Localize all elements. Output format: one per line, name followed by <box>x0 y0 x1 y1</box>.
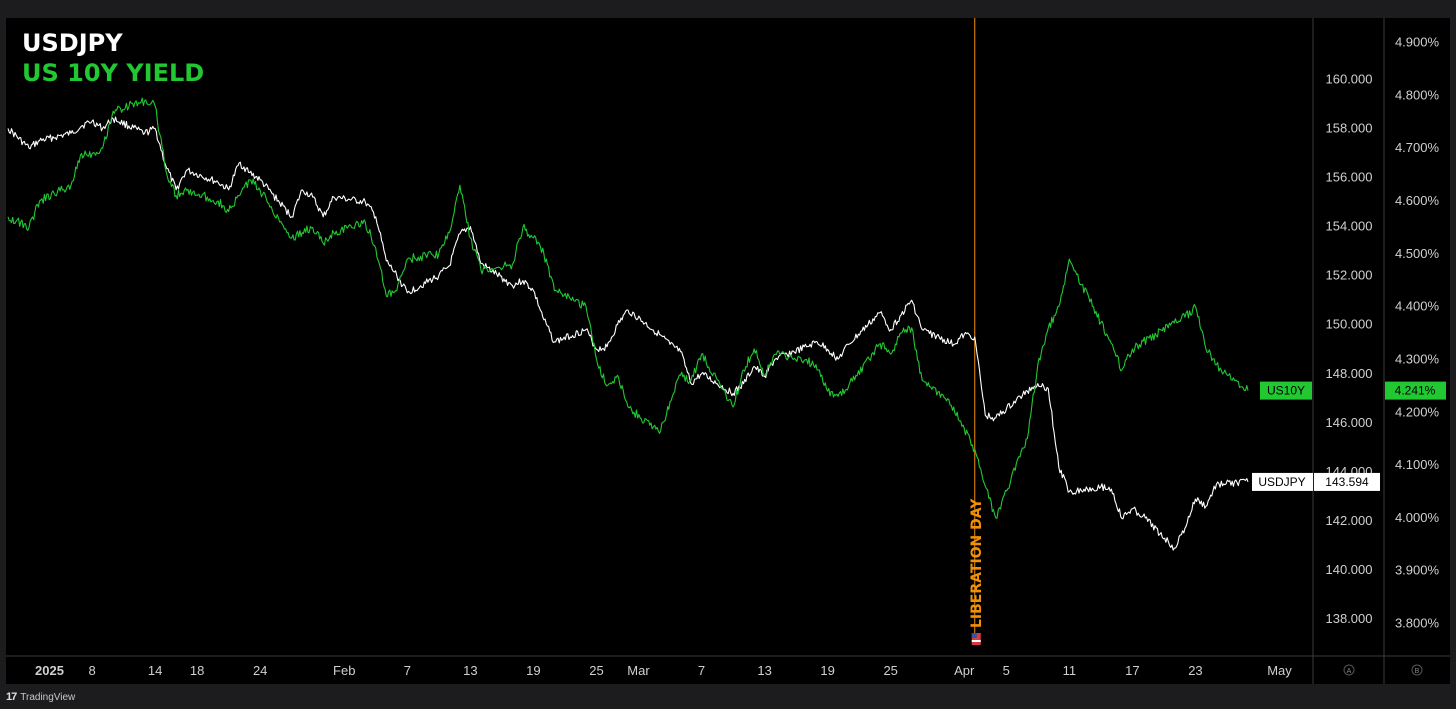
series-name-tag-label: US10Y <box>1267 384 1305 398</box>
y-left-tick-label: 156.000 <box>1326 170 1373 185</box>
us-flag-icon-stripe <box>971 640 981 642</box>
x-tick-label: 25 <box>589 663 603 678</box>
x-tick-label: 7 <box>404 663 411 678</box>
series-name-tag-label: USDJPY <box>1258 475 1305 489</box>
x-tick-label: 19 <box>526 663 540 678</box>
y-right-tick-label: 4.500% <box>1395 246 1440 261</box>
x-tick-label: 23 <box>1188 663 1202 678</box>
x-tick-label: 19 <box>820 663 834 678</box>
x-tick-label: Apr <box>954 663 975 678</box>
y-right-tick-label: 3.800% <box>1395 616 1440 631</box>
y-right-tick-label: 4.900% <box>1395 35 1440 50</box>
us-flag-icon <box>971 633 981 645</box>
x-tick-label: 5 <box>1003 663 1010 678</box>
y-right-tick-label: 4.100% <box>1395 457 1440 472</box>
x-tick-label: 17 <box>1125 663 1139 678</box>
scale-mode-label: B <box>1415 668 1420 675</box>
us-flag-icon-canton <box>971 633 977 638</box>
last-value-tag-label: 4.241% <box>1395 384 1436 398</box>
y-right-tick-label: 3.900% <box>1395 563 1440 578</box>
y-left-tick-label: 138.000 <box>1326 611 1373 626</box>
y-right-tick-label: 4.300% <box>1395 351 1440 366</box>
x-tick-label: 2025 <box>35 663 64 678</box>
tradingview-logo-icon: 17 <box>6 691 17 703</box>
chart-title: USDJPY <box>22 29 123 57</box>
x-tick-label: 24 <box>253 663 267 678</box>
y-left-tick-label: 154.000 <box>1326 219 1373 234</box>
x-tick-label: Feb <box>333 663 355 678</box>
footer-brand[interactable]: 17 TradingView <box>6 689 75 705</box>
y-right-tick-label: 4.200% <box>1395 404 1440 419</box>
last-value-tag-label: 143.594 <box>1325 475 1369 489</box>
y-left-tick-label: 150.000 <box>1326 317 1373 332</box>
x-tick-label: 25 <box>883 663 897 678</box>
x-tick-label: 18 <box>190 663 204 678</box>
liberation-day-label: LIBERATION DAY <box>969 498 985 628</box>
y-left-tick-label: 148.000 <box>1326 366 1373 381</box>
x-tick-label: Mar <box>627 663 650 678</box>
x-tick-label: 8 <box>88 663 95 678</box>
scale-mode-label: A <box>1347 668 1352 675</box>
y-right-tick-label: 4.000% <box>1395 510 1440 525</box>
x-tick-label: 11 <box>1063 663 1077 678</box>
y-right-tick-label: 4.400% <box>1395 299 1440 314</box>
y-left-tick-label: 160.000 <box>1326 71 1373 86</box>
y-left-tick-label: 146.000 <box>1326 415 1373 430</box>
plot-background <box>6 18 1450 684</box>
y-right-tick-label: 4.600% <box>1395 193 1440 208</box>
chart-canvas[interactable]: LIBERATION DAY 138.000 140.000 142.000 14 4.… <box>0 0 1456 709</box>
y-left-tick-label: 142.000 <box>1326 513 1373 528</box>
y-right-tick-label: 4.800% <box>1395 87 1440 102</box>
x-tick-label: May <box>1267 663 1292 678</box>
x-tick-label: 7 <box>698 663 705 678</box>
y-left-tick-label: 140.000 <box>1326 562 1373 577</box>
x-tick-label: 13 <box>463 663 477 678</box>
x-tick-label: 14 <box>148 663 162 678</box>
tradingview-chart-window: LIBERATION DAY 138.000 140.000 142.000 14 4.… <box>0 0 1456 709</box>
y-left-tick-label: 158.000 <box>1326 120 1373 135</box>
footer-brand-label: TradingView <box>20 691 76 703</box>
x-tick-label: 13 <box>757 663 771 678</box>
chart-subtitle: US 10Y YIELD <box>22 59 204 87</box>
y-right-tick-label: 4.700% <box>1395 140 1440 155</box>
y-left-tick-label: 152.000 <box>1326 268 1373 283</box>
